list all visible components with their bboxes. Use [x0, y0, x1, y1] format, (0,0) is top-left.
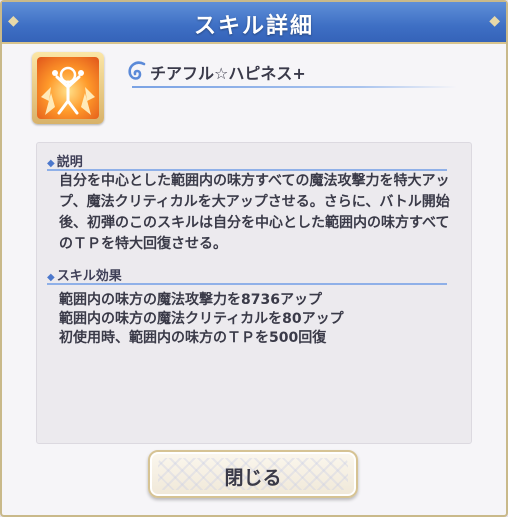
header-ornament-right-icon: ◆	[489, 13, 500, 29]
effects-heading-text: スキル効果	[56, 269, 122, 284]
skill-name-row: チアフル☆ハピネス+	[124, 56, 474, 88]
skill-name: チアフル☆ハピネス+	[150, 64, 306, 83]
effect-item: 初使用時、範囲内の味方のＴＰを500回復	[59, 330, 327, 346]
description-heading-text: 説明	[56, 155, 83, 170]
effects-divider	[47, 283, 447, 285]
skill-name-underline	[132, 86, 457, 88]
effects-heading: ◆ スキル効果	[47, 265, 122, 284]
effect-item: 範囲内の味方の魔法攻撃力を8736アップ	[59, 292, 322, 308]
description-text: 自分を中心とした範囲内の味方すべての魔法攻撃力を特大アップ、魔法クリティカルを大…	[59, 173, 450, 252]
effect-item: 範囲内の味方の魔法クリティカルを80アップ	[59, 311, 344, 327]
swirl-ornament-icon	[124, 58, 150, 84]
skill-icon-frame	[32, 52, 104, 124]
effect-list: 範囲内の味方の魔法攻撃力を8736アップ 範囲内の味方の魔法クリティカルを80ア…	[59, 291, 459, 348]
diamond-bullet-icon: ◆	[47, 272, 55, 283]
close-button[interactable]: 閉じる	[148, 450, 358, 498]
flame-burst-icon	[37, 57, 99, 119]
diamond-bullet-icon: ◆	[47, 158, 55, 169]
close-button-label: 閉じる	[224, 467, 282, 489]
skill-detail-panel: ◆ 説明 自分を中心とした範囲内の味方すべての魔法攻撃力を特大アップ、魔法クリティ…	[36, 142, 472, 444]
description-heading: ◆ 説明	[47, 151, 83, 170]
dialog-header: ◆ スキル詳細 ◆	[2, 2, 506, 44]
dialog-title: スキル詳細	[193, 14, 314, 39]
skill-detail-dialog: ◆ スキル詳細 ◆ チアフル☆ハピネス+ ◆ 説明 自分を中心とした範囲内の味方…	[0, 0, 508, 517]
